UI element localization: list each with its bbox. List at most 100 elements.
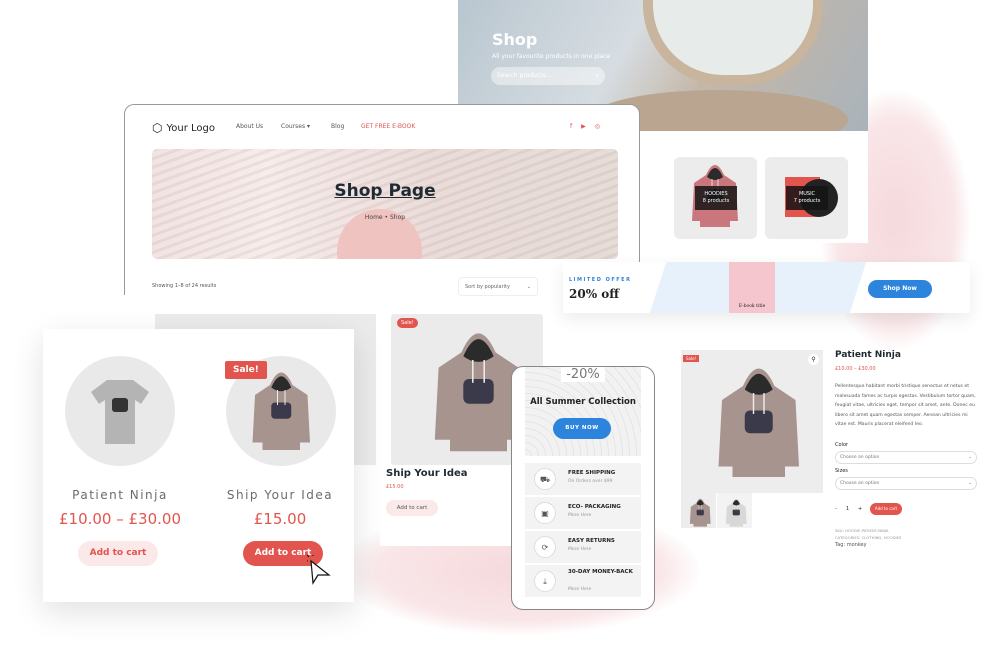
banner-title: All Summer Collection bbox=[530, 397, 636, 407]
money-back-icon: ⤓ bbox=[534, 570, 556, 592]
logo-text: Your Logo bbox=[166, 122, 215, 134]
product-sku: SKU: HOODIE-PATIENT-NINJA bbox=[835, 528, 889, 533]
add-to-cart-button[interactable]: Add to cart bbox=[870, 503, 902, 515]
product-description: Pellentesque habitant morbi tristique se… bbox=[835, 384, 976, 427]
breadcrumb-separator: • bbox=[384, 214, 389, 221]
sale-badge: Sale! bbox=[225, 361, 267, 379]
search-placeholder: Search products... bbox=[497, 72, 552, 79]
sale-badge: Sale! bbox=[683, 355, 700, 362]
ebook-cover: E-book title bbox=[729, 262, 775, 313]
feature-title: FREE SHIPPING bbox=[568, 470, 616, 476]
category-name: HOODIES bbox=[704, 191, 728, 197]
truck-icon: ⛟ bbox=[534, 468, 556, 490]
product-title: Patient Ninja bbox=[835, 350, 901, 360]
nav-blog[interactable]: Blog bbox=[331, 123, 344, 130]
tshirt-image bbox=[91, 380, 149, 444]
qty-input[interactable]: 1 bbox=[846, 506, 849, 512]
feature-subtitle: More Here bbox=[568, 513, 592, 518]
category-hoodies[interactable]: HOODIES 8 products bbox=[674, 157, 757, 239]
cursor-icon bbox=[307, 555, 331, 585]
result-count: Showing 1–8 of 24 results bbox=[152, 283, 217, 289]
package-icon: ▣ bbox=[534, 502, 556, 524]
product-price: £10.00 – £30.00 bbox=[835, 366, 876, 372]
sizes-label: Sizes bbox=[835, 468, 848, 474]
qty-minus-button[interactable]: - bbox=[835, 506, 837, 512]
category-count: 7 products bbox=[793, 198, 821, 204]
feature-free-shipping: ⛟ FREE SHIPPING On Orders over $99 bbox=[525, 463, 641, 495]
hoodie-image bbox=[689, 496, 712, 532]
product-thumbnail[interactable] bbox=[681, 493, 716, 528]
hexagon-logo-icon: ⬡ bbox=[152, 121, 163, 135]
shop-subtitle: All your favourite products in one place bbox=[492, 53, 611, 60]
hoodie-image bbox=[715, 358, 803, 485]
logo[interactable]: ⬡ Your Logo bbox=[152, 121, 215, 135]
feature-title: ECO- PACKAGING bbox=[568, 504, 621, 510]
refresh-icon: ⟳ bbox=[534, 536, 556, 558]
instagram-icon[interactable]: ◎ bbox=[595, 123, 600, 130]
chevron-down-icon: ⌄ bbox=[968, 455, 972, 460]
sort-value: Sort by popularity bbox=[465, 284, 510, 290]
nav-ebook[interactable]: GET FREE E-BOOK bbox=[361, 123, 415, 130]
sort-select[interactable]: Sort by popularity ⌄ bbox=[458, 277, 538, 296]
promo-eyebrow: LIMITED OFFER bbox=[569, 277, 632, 283]
feature-money-back: ⤓ 30-DAY MONEY-BACK More Here bbox=[525, 565, 641, 597]
product-price: £15.00 bbox=[386, 484, 404, 490]
feature-easy-returns: ⟳ EASY RETURNS More Here bbox=[525, 531, 641, 563]
chevron-down-icon: ▾ bbox=[307, 123, 311, 130]
feature-title: EASY RETURNS bbox=[568, 538, 615, 544]
sizes-select[interactable]: Choose an option ⌄ bbox=[835, 477, 977, 490]
product-name[interactable]: Ship Your Idea bbox=[205, 488, 355, 502]
product-price: £15.00 bbox=[253, 510, 307, 528]
chevron-down-icon: ⌄ bbox=[968, 481, 972, 486]
product-name[interactable]: Patient Ninja bbox=[45, 488, 195, 502]
product-thumbnail[interactable] bbox=[717, 493, 752, 528]
promo-banner: LIMITED OFFER 20% off E-book title Shop … bbox=[563, 262, 970, 313]
breadcrumb: Home • Shop bbox=[152, 214, 618, 221]
product-grid-card: Sale! Patient Ninja £10.00 – £30.00 Add … bbox=[43, 329, 354, 602]
page-title: Shop Page bbox=[334, 181, 436, 201]
category-panel: HOODIES 8 products MUSIC 7 products bbox=[640, 131, 868, 243]
product-name[interactable]: Ship Your Idea bbox=[386, 468, 468, 479]
breadcrumb-current: Shop bbox=[390, 214, 406, 221]
category-count: 8 products bbox=[702, 198, 730, 204]
select-value: Choose an option bbox=[840, 481, 880, 486]
search-input[interactable]: Search products... ⌕ bbox=[491, 67, 605, 85]
add-to-cart-button[interactable]: Add to cart bbox=[386, 500, 438, 516]
search-icon: ⌕ bbox=[595, 72, 599, 79]
color-select[interactable]: Choose an option ⌄ bbox=[835, 451, 977, 464]
summer-banner: -20% All Summer Collection BUY NOW bbox=[525, 367, 641, 456]
qty-plus-button[interactable]: + bbox=[858, 506, 862, 512]
feature-title: 30-DAY MONEY-BACK bbox=[568, 569, 633, 575]
facebook-icon[interactable]: f bbox=[570, 123, 572, 130]
youtube-icon[interactable]: ▶ bbox=[581, 123, 586, 130]
feature-subtitle: On Orders over $99 bbox=[568, 479, 613, 484]
nav-courses-label: Courses bbox=[281, 123, 306, 130]
ebook-title: E-book title bbox=[738, 304, 766, 309]
feature-eco-packaging: ▣ ECO- PACKAGING More Here bbox=[525, 497, 641, 529]
hoodie-back-image bbox=[725, 496, 748, 532]
zoom-icon[interactable]: ⚲ bbox=[808, 354, 819, 365]
mobile-preview: -20% All Summer Collection BUY NOW ⛟ FREE… bbox=[511, 366, 655, 610]
product-tag: Tag: monkey bbox=[835, 542, 867, 548]
category-name: MUSIC bbox=[798, 191, 816, 197]
product-main-image[interactable]: Sale! ⚲ bbox=[681, 350, 823, 493]
add-to-cart-button[interactable]: Add to cart bbox=[78, 541, 158, 566]
product-price: £10.00 – £30.00 bbox=[58, 510, 181, 528]
page-banner: Shop Page Home • Shop bbox=[152, 149, 618, 259]
category-music[interactable]: MUSIC 7 products bbox=[765, 157, 848, 239]
shop-now-button[interactable]: Shop Now bbox=[868, 280, 932, 298]
discount-label: -20% bbox=[561, 367, 605, 382]
color-label: Color bbox=[835, 442, 849, 448]
product-categories: CATEGORIES: CLOTHING, HOODIES bbox=[835, 535, 902, 540]
sale-badge: Sale! bbox=[397, 318, 418, 328]
buy-now-button[interactable]: BUY NOW bbox=[553, 418, 611, 439]
nav-about[interactable]: About Us bbox=[236, 123, 263, 130]
select-value: Choose an option bbox=[840, 455, 880, 460]
chevron-down-icon: ⌄ bbox=[526, 284, 531, 290]
product-image[interactable] bbox=[65, 356, 175, 466]
nav-courses[interactable]: Courses ▾ bbox=[281, 123, 310, 130]
shop-title: Shop bbox=[492, 30, 538, 49]
breadcrumb-home[interactable]: Home bbox=[365, 214, 383, 221]
feature-subtitle: More Here bbox=[568, 587, 592, 592]
promo-headline: 20% off bbox=[569, 287, 620, 301]
